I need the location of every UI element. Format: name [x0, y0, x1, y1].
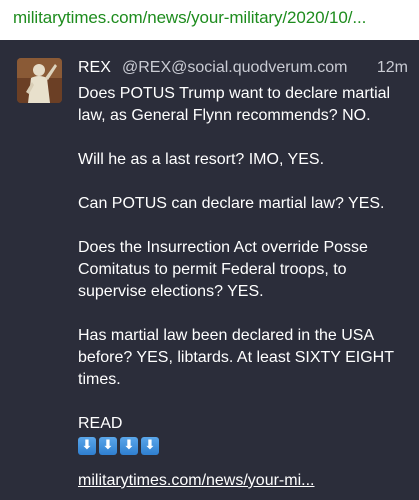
- arrow-emoji-row: ⬇ ⬇ ⬇ ⬇: [78, 437, 413, 455]
- post-paragraph: Does POTUS Trump want to declare martial…: [78, 85, 391, 124]
- post-paragraph: Has martial law been declared in the USA…: [78, 327, 394, 388]
- top-link-bar: militarytimes.com/news/your-military/202…: [0, 0, 419, 40]
- read-label: READ: [78, 415, 123, 432]
- post-timestamp[interactable]: 12m: [377, 57, 408, 79]
- post-card: REX @REX@social.quodverum.com 12m Does P…: [0, 40, 419, 500]
- author-handle[interactable]: @REX@social.quodverum.com: [122, 57, 347, 79]
- down-arrow-emoji-icon: ⬇: [99, 437, 117, 455]
- post-paragraph: Will he as a last resort? IMO, YES.: [78, 151, 325, 168]
- down-arrow-emoji-icon: ⬇: [141, 437, 159, 455]
- statue-avatar-icon[interactable]: [17, 58, 62, 103]
- top-article-link[interactable]: militarytimes.com/news/your-military/202…: [13, 7, 366, 29]
- post-article-link[interactable]: militarytimes.com/news/your-mi...: [78, 470, 314, 492]
- down-arrow-emoji-icon: ⬇: [120, 437, 138, 455]
- post-paragraph: Can POTUS can declare martial law? YES.: [78, 195, 385, 212]
- post-header: REX @REX@social.quodverum.com 12m: [78, 57, 408, 79]
- down-arrow-emoji-icon: ⬇: [78, 437, 96, 455]
- author-name[interactable]: REX: [78, 57, 111, 79]
- post-paragraph: Does the Insurrection Act override Posse…: [78, 239, 368, 300]
- post-body: Does POTUS Trump want to declare martial…: [78, 83, 413, 455]
